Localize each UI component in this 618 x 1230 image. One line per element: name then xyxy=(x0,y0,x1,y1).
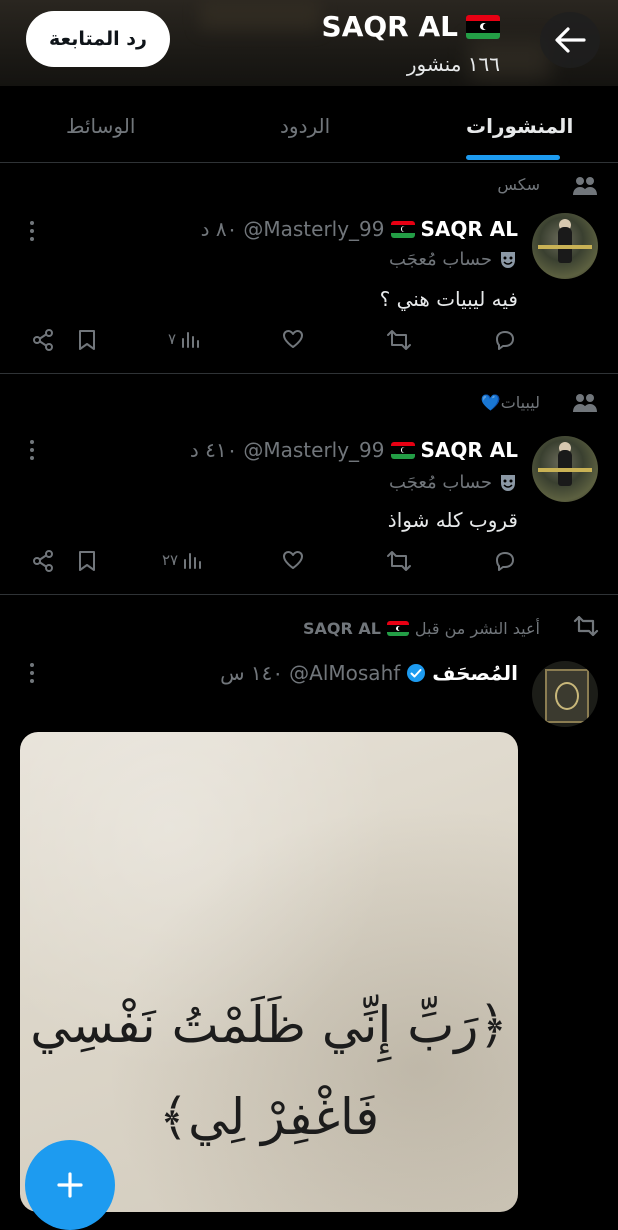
tab-replies[interactable]: الردود xyxy=(280,114,330,138)
author-name[interactable]: SAQR AL xyxy=(390,438,518,462)
share-button[interactable] xyxy=(32,550,54,572)
verified-badge-icon xyxy=(407,664,426,682)
avatar[interactable] xyxy=(532,213,598,279)
views-button[interactable]: ٧ xyxy=(168,329,200,349)
active-tab-indicator xyxy=(466,155,560,160)
avatar[interactable] xyxy=(532,661,598,727)
profile-header: رد المتابعة SAQR AL ١٦٦ منشور xyxy=(0,0,618,86)
post-time: ١٤٠ س xyxy=(220,661,284,685)
account-label-text: حساب مُعجَب xyxy=(389,249,492,270)
like-button[interactable] xyxy=(282,329,304,349)
author-name[interactable]: SAQR AL xyxy=(390,217,518,241)
post-actions: ٢٧ xyxy=(0,550,618,580)
reposter-name[interactable]: SAQR AL xyxy=(303,619,409,638)
arrow-left-icon xyxy=(555,27,586,53)
post-image[interactable]: ﴿رَبِّ إِنِّي ظَلَمْتُ نَفْسِي فَاغْفِرْ… xyxy=(20,732,518,1212)
views-button[interactable]: ٢٧ xyxy=(162,550,202,570)
compose-button[interactable] xyxy=(25,1140,115,1230)
repost-button[interactable] xyxy=(386,329,412,351)
repost-icon xyxy=(387,551,411,571)
views-icon xyxy=(184,553,202,569)
community-icon xyxy=(573,177,597,195)
more-icon[interactable] xyxy=(30,663,36,687)
post-meta: SAQR AL @Masterly_99 ٨٠ د xyxy=(201,217,518,241)
libya-flag-icon xyxy=(390,441,415,459)
post-meta: SAQR AL @Masterly_99 ٤١٠ د xyxy=(190,438,518,462)
reposter-name-text: SAQR AL xyxy=(302,619,381,638)
post-actions: ٧ xyxy=(0,329,618,359)
author-handle[interactable]: @Masterly_99 xyxy=(243,438,384,462)
libya-flag-icon xyxy=(386,621,409,636)
account-label-text: حساب مُعجَب xyxy=(389,472,492,493)
share-icon xyxy=(33,329,53,351)
views-count: ٢٧ xyxy=(162,551,179,569)
heart-icon xyxy=(283,330,303,348)
like-button[interactable] xyxy=(282,550,304,570)
repost-icon xyxy=(387,330,411,350)
reply-icon xyxy=(496,552,514,571)
share-icon xyxy=(33,550,53,572)
follow-back-button[interactable]: رد المتابعة xyxy=(26,11,170,67)
reply-icon xyxy=(496,331,514,350)
author-handle[interactable]: @Masterly_99 xyxy=(243,217,384,241)
verse-line-2: فَاغْفِرْ لِي﴾ xyxy=(158,1088,380,1146)
post-item[interactable]: ليبيات💙 SAQR AL @Masterly_99 ٤١٠ د حساب … xyxy=(0,374,618,595)
tab-media[interactable]: الوسائط xyxy=(66,114,135,138)
community-name[interactable]: ليبيات💙 xyxy=(481,393,540,412)
reply-button[interactable] xyxy=(494,329,516,351)
account-label: حساب مُعجَب xyxy=(389,472,518,493)
post-count: ١٦٦ منشور xyxy=(406,52,500,76)
community-icon xyxy=(573,394,597,412)
repost-icon xyxy=(573,615,599,637)
bookmark-icon xyxy=(79,330,95,350)
post-text: فيه ليبيات هني ؟ xyxy=(379,287,518,311)
repost-context-text: أعيد النشر من قبل xyxy=(414,619,540,638)
community-name[interactable]: سكس xyxy=(497,175,540,194)
libya-flag-icon xyxy=(466,14,500,39)
bookmark-button[interactable] xyxy=(78,550,96,572)
repost-button[interactable] xyxy=(386,550,412,572)
bookmark-icon xyxy=(79,551,95,571)
profile-name: SAQR AL xyxy=(322,10,500,43)
back-button[interactable] xyxy=(540,12,600,68)
post-text: قروب كله شواذ xyxy=(387,508,518,532)
author-name[interactable]: المُصحَف xyxy=(406,661,518,685)
verse-line-1: ﴿رَبِّ إِنِّي ظَلَمْتُ نَفْسِي xyxy=(30,996,508,1054)
author-name-text: المُصحَف xyxy=(432,661,518,685)
profile-name-text: SAQR AL xyxy=(321,10,458,43)
repost-context: أعيد النشر من قبل SAQR AL xyxy=(303,619,540,638)
post-time: ٨٠ د xyxy=(200,217,238,241)
views-icon xyxy=(182,332,200,348)
views-count: ٧ xyxy=(168,330,177,348)
theater-mask-icon xyxy=(501,474,515,491)
plus-icon xyxy=(57,1172,83,1198)
tab-posts[interactable]: المنشورات xyxy=(466,114,573,138)
post-meta: المُصحَف @AlMosahf ١٤٠ س xyxy=(220,661,518,685)
theater-mask-icon xyxy=(501,251,515,268)
author-name-text: SAQR AL xyxy=(420,217,518,241)
more-icon[interactable] xyxy=(30,440,36,464)
bookmark-button[interactable] xyxy=(78,329,96,351)
more-icon[interactable] xyxy=(30,221,36,245)
reply-button[interactable] xyxy=(494,550,516,572)
post-time: ٤١٠ د xyxy=(189,438,238,462)
account-label: حساب مُعجَب xyxy=(389,249,518,270)
post-item[interactable]: سكس SAQR AL @Masterly_99 ٨٠ د حساب مُعجَ… xyxy=(0,163,618,374)
heart-icon xyxy=(283,551,303,569)
author-handle[interactable]: @AlMosahf xyxy=(289,661,400,685)
avatar[interactable] xyxy=(532,436,598,502)
libya-flag-icon xyxy=(390,220,415,238)
author-name-text: SAQR AL xyxy=(420,438,518,462)
share-button[interactable] xyxy=(32,329,54,351)
profile-tabs: المنشورات الردود الوسائط xyxy=(0,86,618,163)
